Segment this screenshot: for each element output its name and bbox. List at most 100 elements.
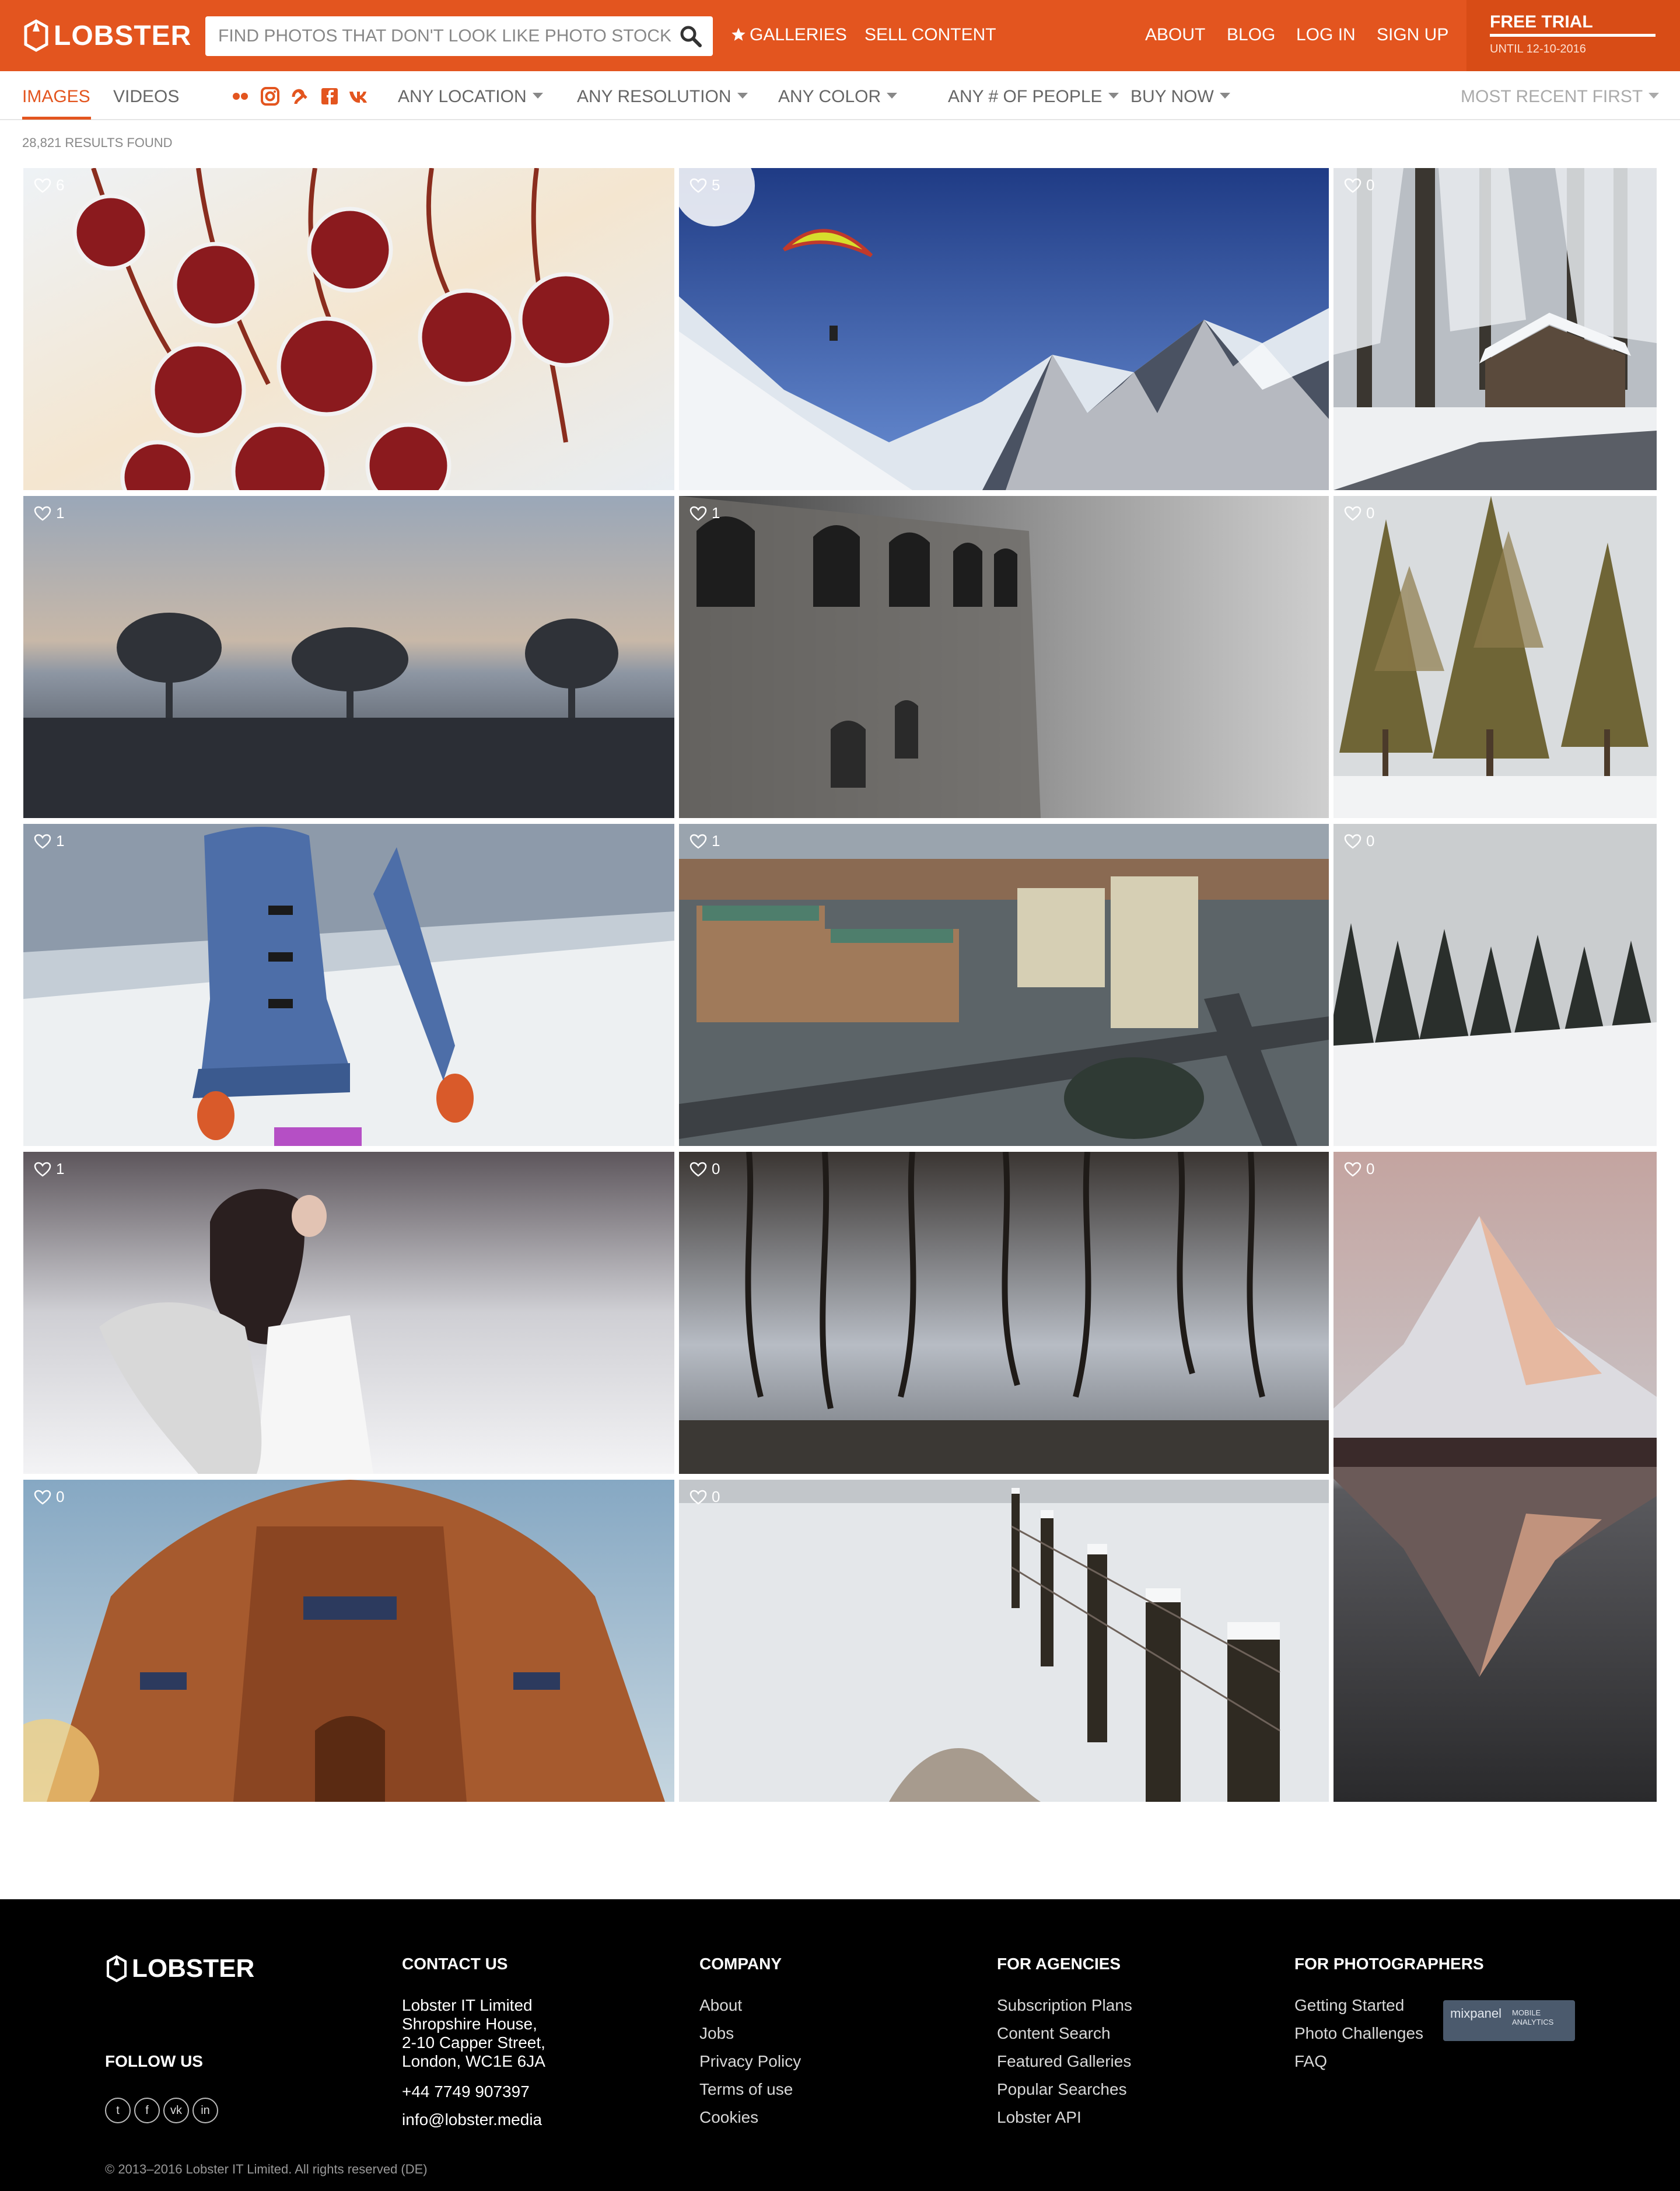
like-counter[interactable]: 0 (690, 1488, 720, 1506)
px500-icon[interactable] (290, 86, 310, 106)
footer-logo[interactable]: LOBSTER (105, 1954, 254, 1983)
linkedin-icon[interactable]: in (192, 2098, 218, 2123)
heart-icon (1344, 506, 1362, 521)
like-counter[interactable]: 1 (34, 504, 64, 522)
snowy-fence-photo (679, 1480, 1329, 1802)
search-icon[interactable] (679, 25, 702, 48)
like-counter[interactable]: 0 (690, 1160, 720, 1178)
tab-images[interactable]: IMAGES (22, 86, 90, 107)
aerial-city-photo (679, 824, 1329, 1146)
photo-card[interactable]: 1 (23, 496, 674, 818)
heart-icon (34, 1162, 51, 1177)
people-filter[interactable]: ANY # OF PEOPLE (948, 86, 1119, 107)
contact-addr3: London, WC1E 6JA (402, 2052, 545, 2070)
contact-heading: CONTACT US (402, 1955, 508, 1973)
footer-link-api[interactable]: Lobster API (997, 2103, 1132, 2131)
heart-icon (690, 1162, 707, 1177)
contact-phone[interactable]: +44 7749 907397 (402, 2082, 530, 2101)
mixpanel-subtitle: MOBILE ANALYTICS (1512, 2008, 1553, 2027)
color-filter[interactable]: ANY COLOR (778, 86, 898, 107)
vk-icon[interactable] (348, 86, 371, 106)
footer-link-about[interactable]: About (699, 1991, 801, 2019)
instagram-icon[interactable] (260, 86, 280, 106)
contact-addr1: Shropshire House, (402, 2015, 537, 2033)
heart-icon (34, 178, 51, 193)
search-input[interactable] (205, 16, 672, 56)
like-counter[interactable]: 1 (690, 832, 720, 850)
photo-card[interactable]: 0 (1334, 496, 1657, 818)
footer-link-jobs[interactable]: Jobs (699, 2019, 801, 2047)
footer-link-popular-searches[interactable]: Popular Searches (997, 2075, 1132, 2103)
photo-card[interactable]: 0 (1334, 168, 1657, 490)
vk-icon[interactable]: vk (163, 2098, 189, 2123)
chevron-down-icon (1108, 93, 1119, 99)
agencies-links: Subscription Plans Content Search Featur… (997, 1991, 1132, 2131)
search-box (205, 16, 713, 56)
footer-link-subscription-plans[interactable]: Subscription Plans (997, 1991, 1132, 2019)
location-filter[interactable]: ANY LOCATION (398, 86, 543, 107)
like-counter[interactable]: 1 (34, 1160, 64, 1178)
footer-link-faq[interactable]: FAQ (1294, 2047, 1423, 2075)
footer-link-photo-challenges[interactable]: Photo Challenges (1294, 2019, 1423, 2047)
footer-link-featured-galleries[interactable]: Featured Galleries (997, 2047, 1132, 2075)
photo-card[interactable]: 1 (679, 496, 1329, 818)
heart-icon (1344, 178, 1362, 193)
brick-tomb-photo (23, 1480, 674, 1802)
footer-link-getting-started[interactable]: Getting Started (1294, 1991, 1423, 2019)
photo-card[interactable]: 5 (679, 168, 1329, 490)
flickr-icon[interactable] (230, 86, 250, 106)
mixpanel-badge[interactable]: mixpanel MOBILE ANALYTICS (1443, 2000, 1575, 2041)
results-count: 28,821 RESULTS FOUND (22, 135, 173, 150)
photo-card[interactable]: 1 (679, 824, 1329, 1146)
photographers-heading: FOR PHOTOGRAPHERS (1294, 1955, 1484, 1973)
mixpanel-sub2: ANALYTICS (1512, 2018, 1554, 2026)
top-navigation-bar: LOBSTER GALLERIES SELL CONTENT ABOUT BLO… (0, 0, 1680, 71)
facebook-icon[interactable]: f (134, 2098, 160, 2123)
login-link[interactable]: LOG IN (1296, 25, 1356, 46)
contact-email[interactable]: info@lobster.media (402, 2110, 542, 2129)
sell-content-link[interactable]: SELL CONTENT (864, 25, 996, 46)
photo-card[interactable]: 1 (23, 824, 674, 1146)
about-link[interactable]: ABOUT (1145, 25, 1205, 46)
heart-icon (34, 1490, 51, 1505)
photo-card[interactable]: 6 (23, 168, 674, 490)
resolution-filter[interactable]: ANY RESOLUTION (577, 86, 748, 107)
free-trial-box[interactable]: FREE TRIAL UNTIL 12-10-2016 (1466, 0, 1680, 71)
photo-card[interactable]: 0 (679, 1152, 1329, 1474)
galleries-link[interactable]: GALLERIES (731, 25, 847, 46)
footer-link-privacy[interactable]: Privacy Policy (699, 2047, 801, 2075)
photo-card[interactable]: 0 (23, 1480, 674, 1802)
like-counter[interactable]: 1 (34, 832, 64, 850)
twitter-icon[interactable]: t (105, 2098, 131, 2123)
like-counter[interactable]: 0 (34, 1488, 64, 1506)
blog-link[interactable]: BLOG (1227, 25, 1275, 46)
photo-card[interactable]: 0 (1334, 824, 1657, 1146)
like-counter[interactable]: 0 (1344, 504, 1374, 522)
like-counter[interactable]: 6 (34, 176, 64, 194)
like-counter[interactable]: 0 (1344, 1160, 1374, 1178)
like-counter[interactable]: 0 (1344, 832, 1374, 850)
footer-link-terms[interactable]: Terms of use (699, 2075, 801, 2103)
color-filter-label: ANY COLOR (778, 87, 881, 106)
like-counter[interactable]: 5 (690, 176, 720, 194)
photo-card[interactable]: 1 (23, 1152, 674, 1474)
footer-link-cookies[interactable]: Cookies (699, 2103, 801, 2131)
photo-card[interactable]: 0 (679, 1480, 1329, 1802)
people-filter-label: ANY # OF PEOPLE (948, 87, 1102, 106)
tab-videos[interactable]: VIDEOS (113, 86, 179, 107)
photo-card[interactable]: 0 (1334, 1152, 1657, 1802)
like-counter[interactable]: 1 (690, 504, 720, 522)
mountain-reflection-photo (1334, 1152, 1657, 1802)
chevron-down-icon (532, 93, 543, 99)
sort-dropdown[interactable]: MOST RECENT FIRST (1461, 86, 1660, 107)
signup-link[interactable]: SIGN UP (1377, 25, 1448, 46)
like-count: 0 (56, 1488, 65, 1505)
lobster-logo[interactable]: LOBSTER (22, 16, 191, 55)
like-counter[interactable]: 0 (1344, 176, 1374, 194)
facebook-icon[interactable] (320, 86, 340, 106)
chevron-down-icon (1648, 93, 1660, 99)
buy-now-filter[interactable]: BUY NOW (1130, 86, 1230, 107)
contact-company: Lobster IT Limited (402, 1996, 533, 2014)
snowy-barn-photo (1334, 168, 1657, 490)
footer-link-content-search[interactable]: Content Search (997, 2019, 1132, 2047)
